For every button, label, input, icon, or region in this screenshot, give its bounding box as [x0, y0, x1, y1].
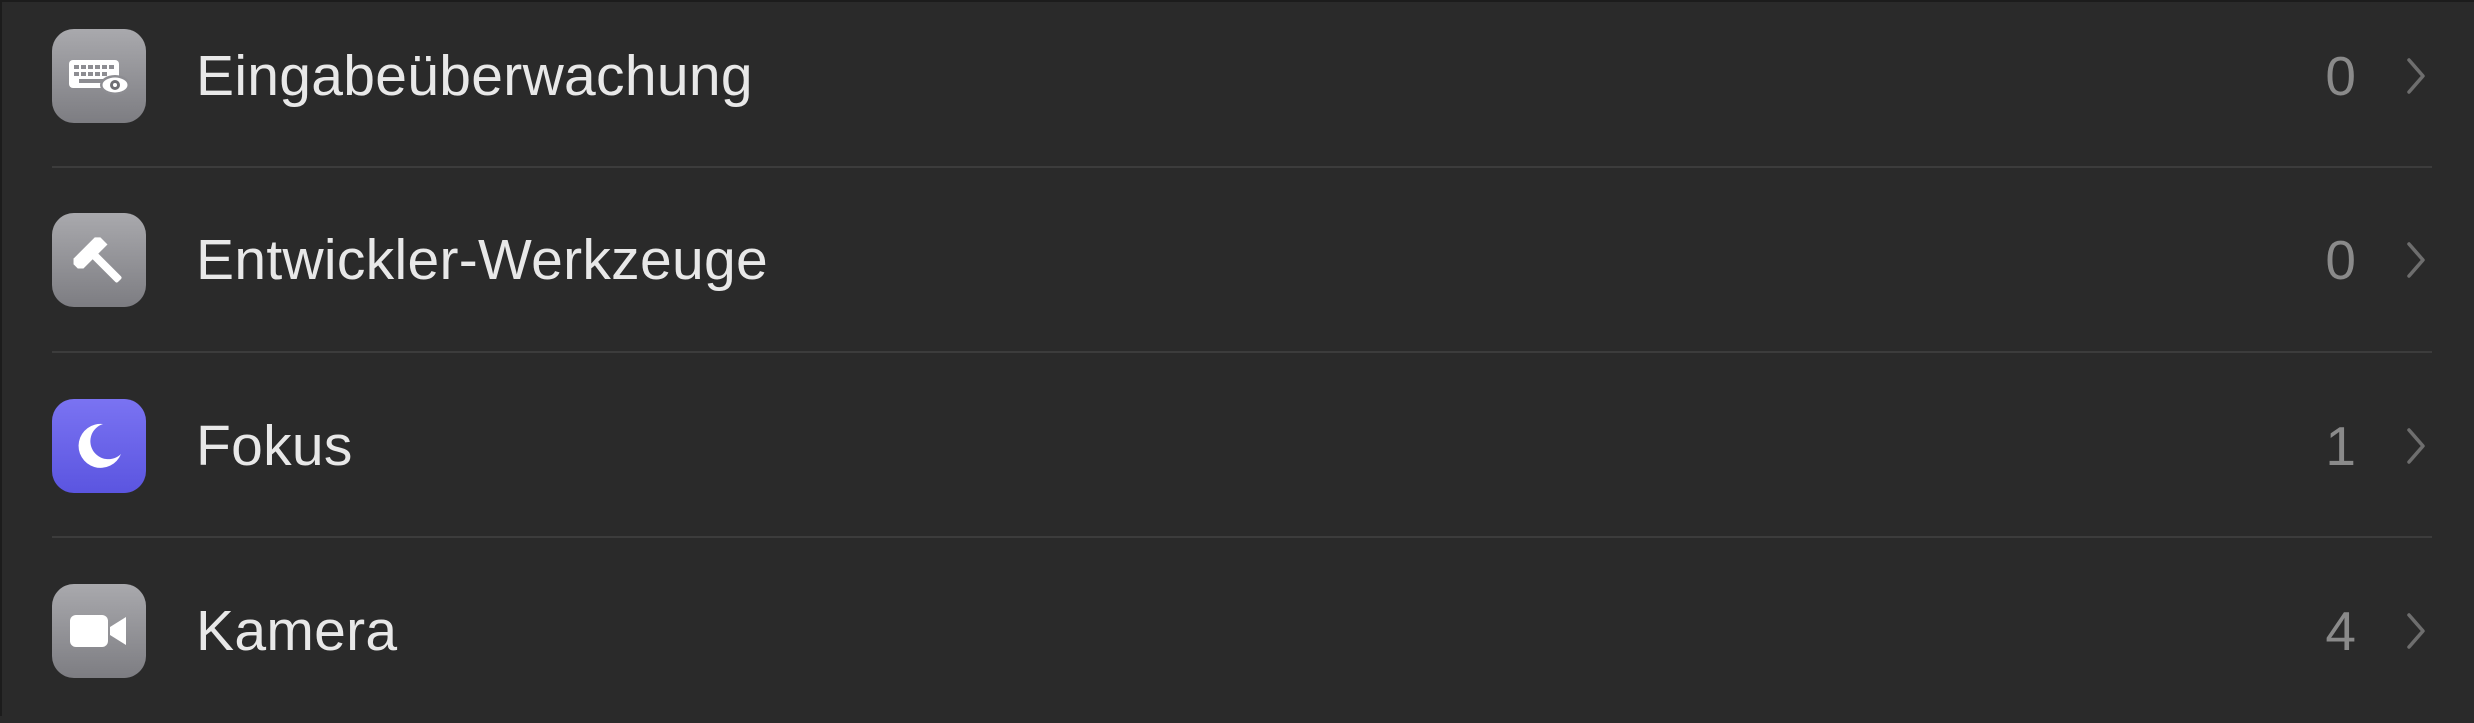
- settings-row-focus[interactable]: Fokus 1: [52, 354, 2474, 538]
- settings-row-input-monitoring[interactable]: Eingabeüberwachung 0: [52, 0, 2474, 168]
- chevron-right-icon: [2396, 416, 2436, 476]
- chevron-right-icon: [2396, 230, 2436, 290]
- row-divider: [52, 536, 2432, 538]
- privacy-settings-list: Eingabeüberwachung 0 Entwickler-Werkzeug…: [0, 0, 2474, 716]
- settings-row-camera[interactable]: Kamera 4: [52, 539, 2474, 723]
- row-label: Fokus: [196, 414, 353, 478]
- chevron-right-icon: [2396, 601, 2436, 661]
- hammer-icon: [52, 213, 146, 307]
- row-count: 4: [2325, 600, 2356, 662]
- row-count: 1: [2325, 415, 2356, 477]
- row-label: Entwickler-Werkzeuge: [196, 228, 768, 292]
- row-label: Kamera: [196, 599, 398, 663]
- chevron-right-icon: [2396, 46, 2436, 106]
- row-count: 0: [2325, 229, 2356, 291]
- row-divider: [52, 351, 2432, 353]
- row-count: 0: [2325, 45, 2356, 107]
- keyboard-eye-icon: [52, 29, 146, 123]
- video-camera-icon: [52, 584, 146, 678]
- moon-icon: [52, 399, 146, 493]
- row-label: Eingabeüberwachung: [196, 44, 753, 108]
- settings-row-developer-tools[interactable]: Entwickler-Werkzeuge 0: [52, 168, 2474, 352]
